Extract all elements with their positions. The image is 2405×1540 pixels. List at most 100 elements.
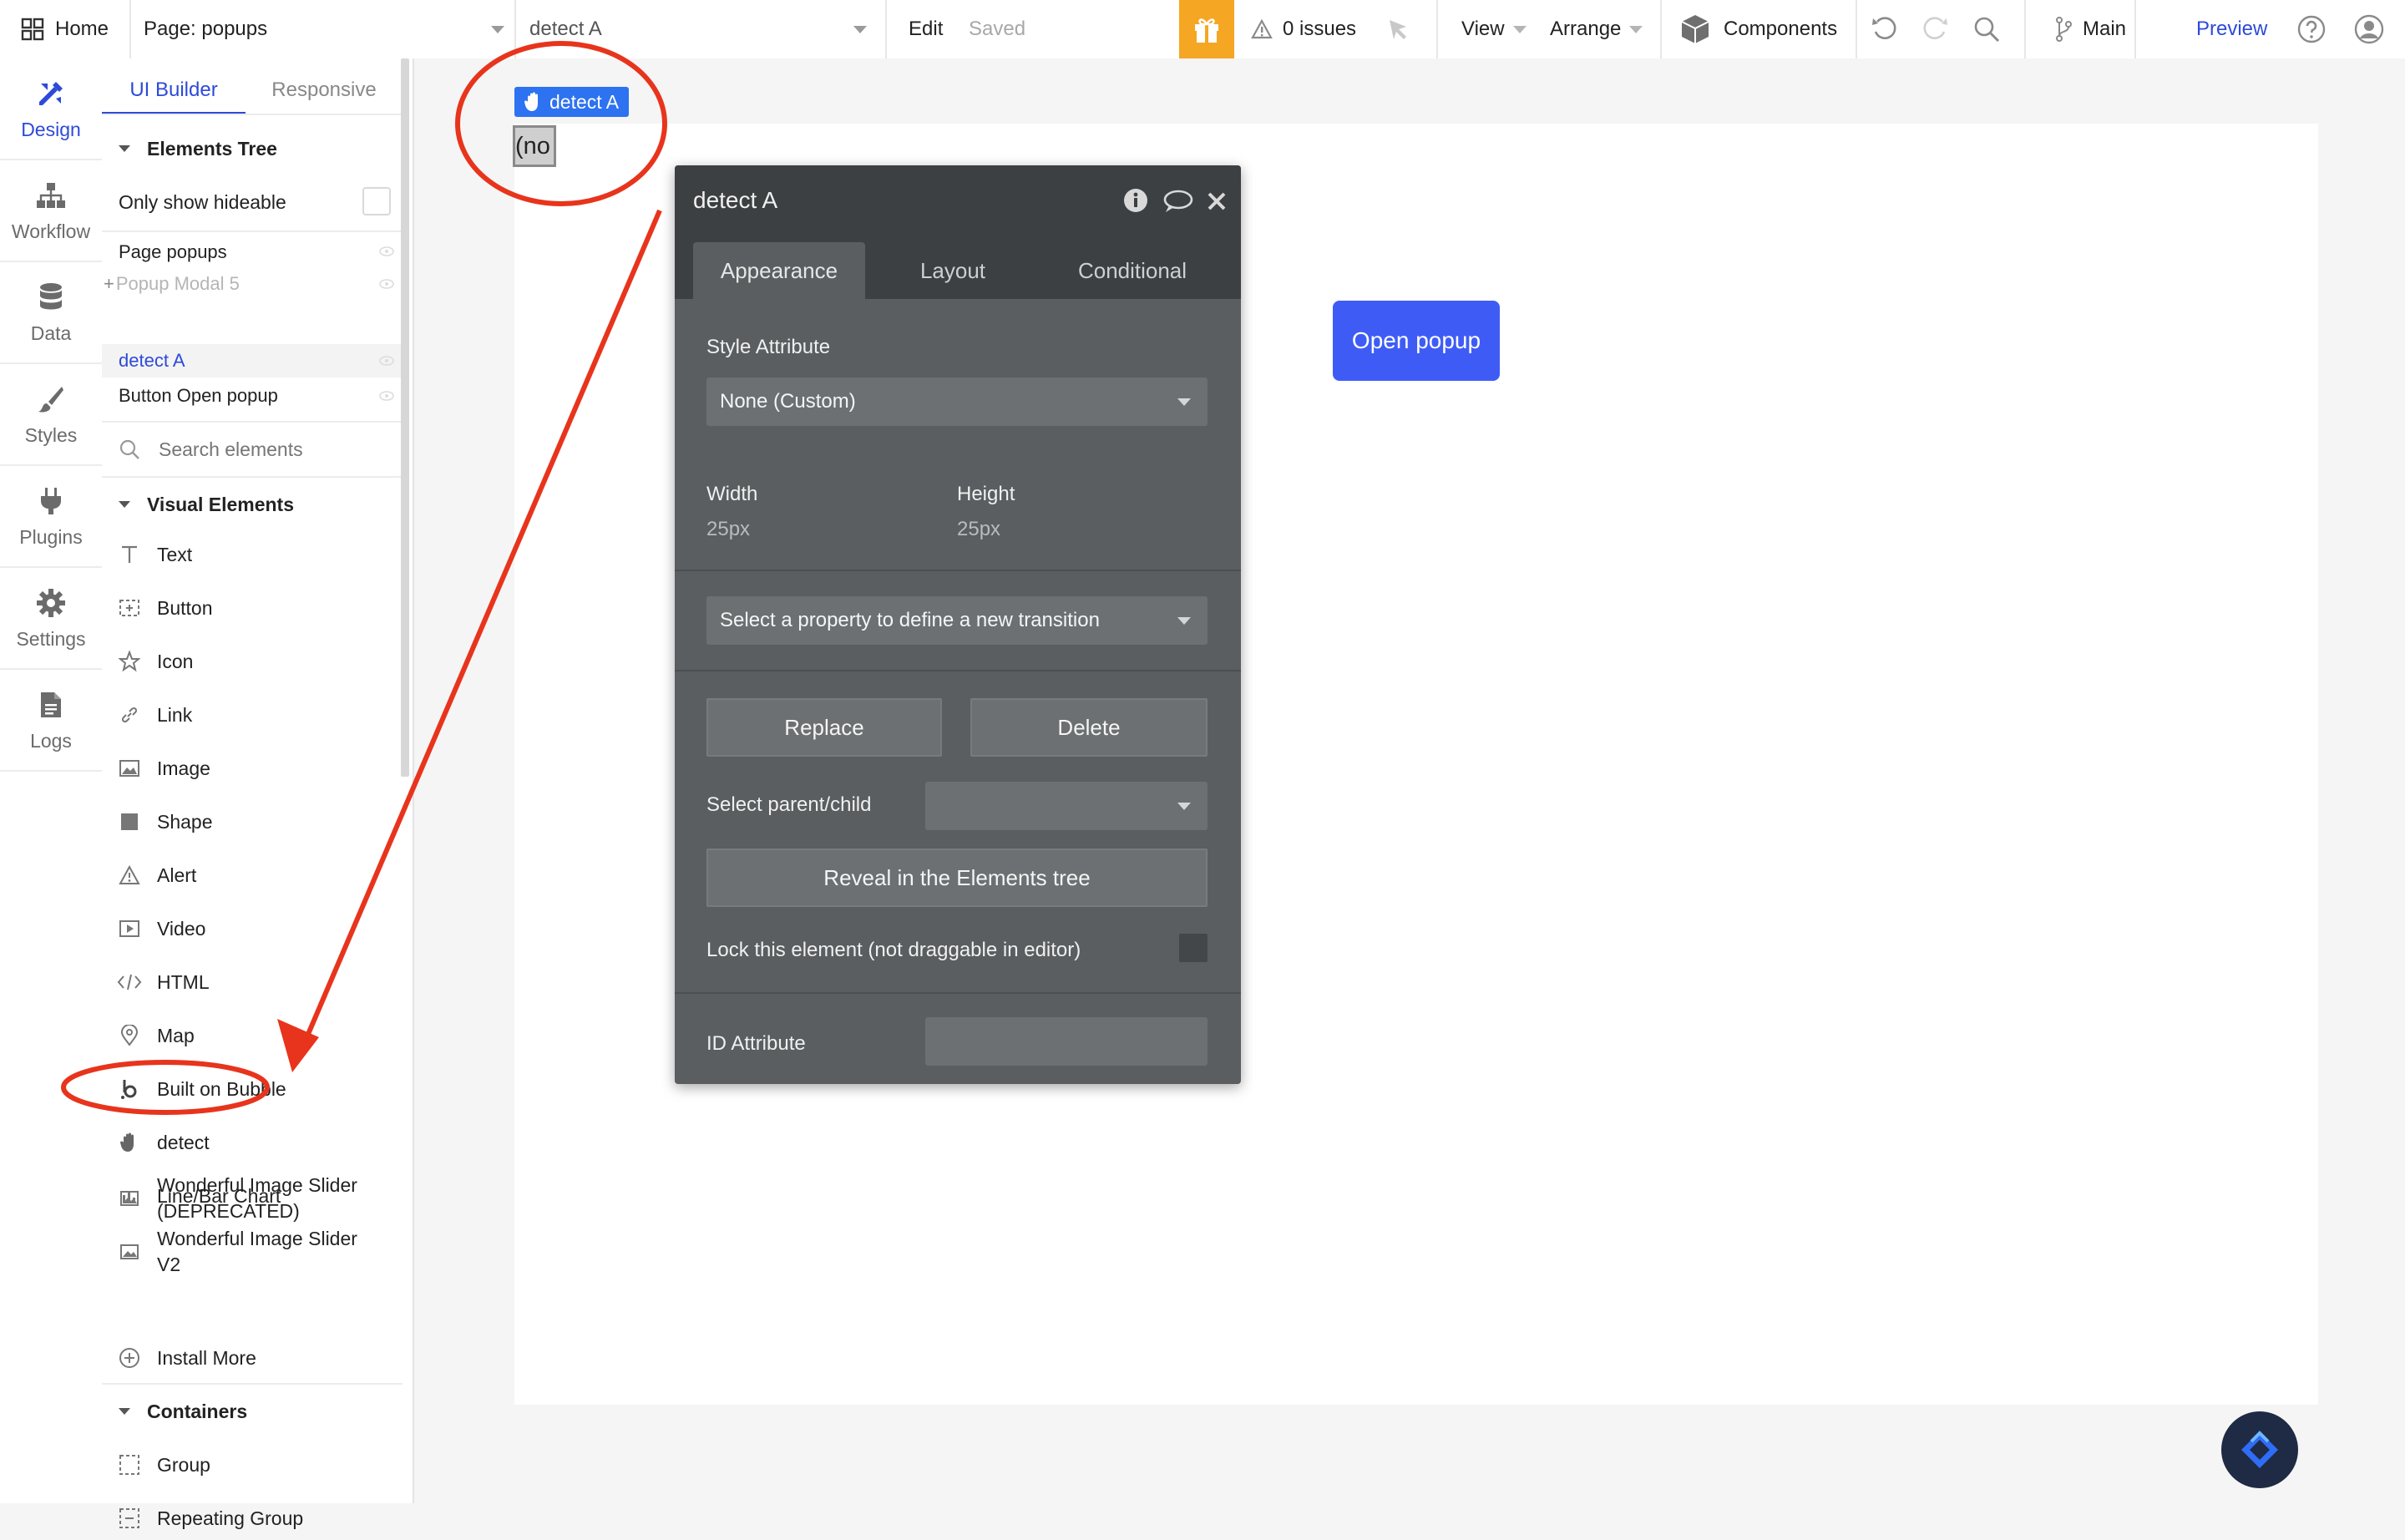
grid-icon — [20, 17, 45, 42]
tree-item-page[interactable]: Page popups — [102, 236, 403, 269]
lock-label: Lock this element (not draggable in edit… — [706, 939, 1081, 961]
elements-tree-label: Elements Tree — [147, 137, 277, 160]
cursor-icon[interactable] — [1386, 0, 1411, 58]
detect-element-placeholder: (no — [515, 133, 550, 160]
height-value[interactable]: 25px — [957, 518, 1000, 541]
rail-design[interactable]: Design — [0, 58, 102, 160]
replace-button[interactable]: Replace — [706, 698, 942, 757]
bubble-logo-icon[interactable] — [2221, 1411, 2298, 1488]
height-label: Height — [957, 483, 1015, 505]
containers-header[interactable]: Containers — [102, 1390, 403, 1433]
home-button[interactable]: Home — [20, 0, 109, 58]
palette-item-slider-v2[interactable]: Wonderful Image Slider V2 — [102, 1223, 403, 1281]
width-value[interactable]: 25px — [706, 518, 750, 541]
id-attribute-input[interactable] — [925, 1017, 1208, 1066]
selected-element-tag[interactable]: detect A — [514, 87, 630, 117]
element-selector[interactable]: detect A — [529, 0, 872, 58]
help-icon[interactable] — [2296, 0, 2327, 58]
account-icon[interactable] — [2353, 0, 2385, 58]
info-icon[interactable] — [1122, 187, 1149, 214]
eye-icon[interactable] — [379, 246, 394, 257]
tab-ui-builder[interactable]: UI Builder — [102, 68, 246, 115]
eye-icon[interactable] — [379, 390, 394, 402]
palette-item-icon[interactable]: Icon — [102, 640, 403, 683]
reveal-in-tree-button[interactable]: Reveal in the Elements tree — [706, 849, 1208, 907]
tab-responsive[interactable]: Responsive — [246, 68, 403, 112]
branch-selector[interactable]: Main — [2054, 0, 2126, 58]
components-button[interactable]: Components — [1680, 0, 1837, 58]
palette-item-video[interactable]: Video — [102, 907, 403, 950]
visual-elements-header[interactable]: Visual Elements — [102, 483, 403, 526]
rail-settings[interactable]: Settings — [0, 568, 102, 670]
open-popup-button[interactable]: Open popup — [1333, 301, 1500, 381]
arrange-label: Arrange — [1550, 18, 1622, 40]
lock-checkbox[interactable] — [1179, 934, 1208, 962]
palette-item-link[interactable]: Link — [102, 693, 403, 737]
palette-item-image[interactable]: Image — [102, 747, 403, 790]
style-attribute-select[interactable]: None (Custom) — [706, 377, 1208, 426]
palette-item-text[interactable]: Text — [102, 533, 403, 576]
tab-conditional[interactable]: Conditional — [1040, 242, 1224, 299]
eye-icon[interactable] — [379, 278, 394, 290]
search-icon[interactable] — [1972, 0, 2001, 58]
link-icon — [117, 702, 142, 727]
comment-icon[interactable] — [1162, 189, 1194, 214]
tab-appearance[interactable]: Appearance — [693, 242, 865, 299]
page-selector-value: Page: popups — [144, 18, 268, 40]
star-icon — [117, 649, 142, 674]
palette-item-shape[interactable]: Shape — [102, 800, 403, 843]
preview-button[interactable]: Preview — [2196, 0, 2267, 58]
tree-item-button[interactable]: Button Open popup — [102, 379, 403, 413]
tab-layout[interactable]: Layout — [873, 242, 1032, 299]
rail-plugins[interactable]: Plugins — [0, 466, 102, 568]
search-elements-input[interactable] — [157, 437, 386, 462]
only-hideable-checkbox[interactable] — [362, 187, 391, 215]
palette-item-html[interactable]: HTML — [102, 960, 403, 1004]
install-more-item[interactable]: Install More — [102, 1336, 403, 1380]
edit-menu[interactable]: Edit — [909, 0, 943, 58]
issues-indicator[interactable]: 0 issues — [1251, 0, 1356, 58]
palette-item-label: HTML — [157, 970, 210, 993]
palette-item-button[interactable]: Button — [102, 586, 403, 630]
delete-button[interactable]: Delete — [970, 698, 1208, 757]
home-label: Home — [55, 18, 109, 40]
tree-item-popup[interactable]: + Popup Modal 5 — [102, 269, 403, 299]
arrange-menu[interactable]: Arrange — [1550, 0, 1643, 58]
undo-icon[interactable] — [1871, 0, 1899, 58]
rail-workflow[interactable]: Workflow — [0, 160, 102, 262]
redo-icon[interactable] — [1921, 0, 1949, 58]
rail-data[interactable]: Data — [0, 262, 102, 364]
view-menu[interactable]: View — [1461, 0, 1527, 58]
rail-styles[interactable]: Styles — [0, 364, 102, 466]
rail-logs[interactable]: Logs — [0, 670, 102, 772]
rail-logs-label: Logs — [30, 729, 72, 752]
map-pin-icon — [117, 1023, 142, 1048]
palette-item-alert[interactable]: Alert — [102, 854, 403, 897]
palette-item-group[interactable]: Group — [102, 1443, 403, 1487]
parent-child-select[interactable] — [925, 782, 1208, 830]
tree-item-detect[interactable]: detect A — [102, 344, 403, 377]
gift-button[interactable] — [1179, 0, 1234, 58]
eye-icon[interactable] — [379, 355, 394, 367]
styles-icon — [34, 382, 68, 416]
elements-tree-header[interactable]: Elements Tree — [102, 125, 403, 172]
palette-item-slider-deprecated[interactable]: Wonderful Image Slider (DEPRECATED) — [102, 1169, 403, 1228]
workflow-icon — [34, 179, 68, 212]
id-attribute-label: ID Attribute — [706, 1032, 806, 1055]
logs-icon — [34, 688, 68, 722]
collapse-triangle-icon — [119, 501, 130, 508]
palette-item-label: Group — [157, 1453, 210, 1476]
panel-scrollbar[interactable] — [401, 58, 409, 777]
palette-item-detect[interactable]: detect — [102, 1121, 403, 1164]
editor-header[interactable]: detect A — [675, 165, 1241, 242]
palette-item-built-on-bubble[interactable]: Built on Bubble — [102, 1067, 403, 1111]
shape-icon — [117, 809, 142, 834]
html-icon — [117, 970, 142, 995]
palette-item-label: Wonderful Image Slider — [157, 1228, 357, 1249]
expand-plus-icon[interactable]: + — [104, 273, 114, 295]
detect-element[interactable]: (no — [513, 125, 556, 167]
page-selector[interactable]: Page: popups — [144, 0, 511, 58]
palette-item-map[interactable]: Map — [102, 1014, 403, 1057]
close-icon[interactable] — [1206, 190, 1228, 212]
transition-select[interactable]: Select a property to define a new transi… — [706, 596, 1208, 645]
